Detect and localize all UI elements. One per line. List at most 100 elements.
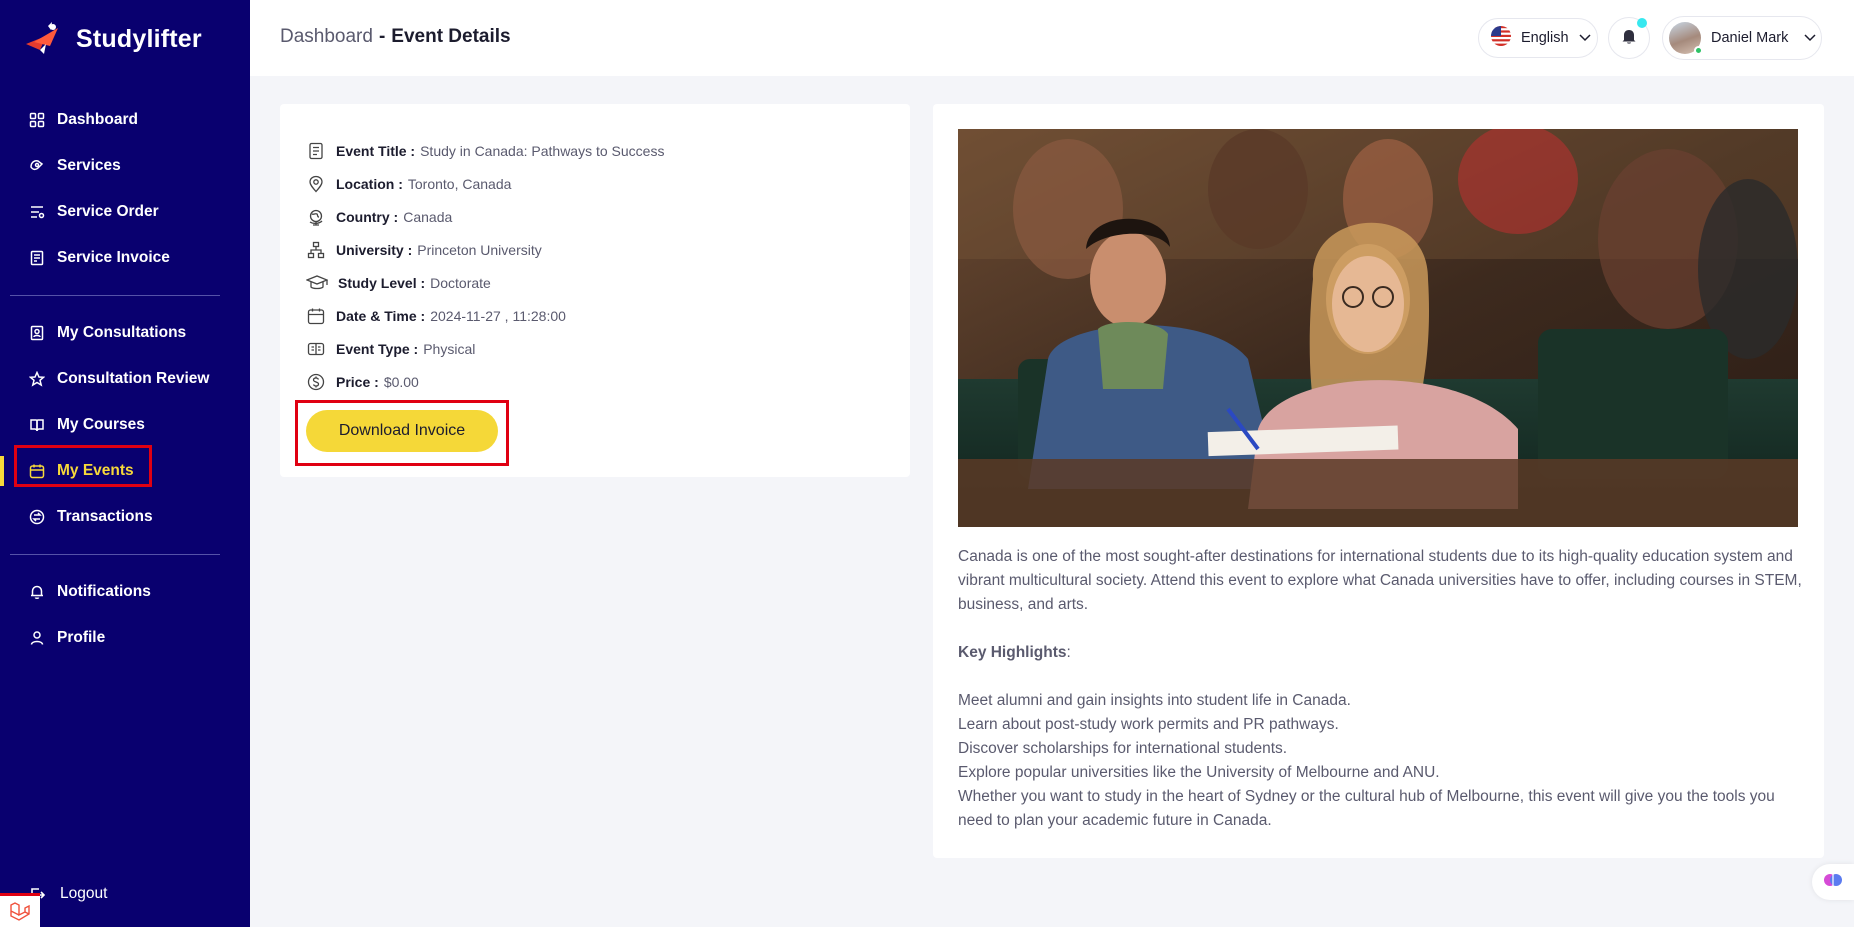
sidebar-item-label: Consultation Review xyxy=(57,370,210,387)
sidebar-nav: Dashboard Services Service Order Service… xyxy=(0,97,250,661)
sidebar-item-my-consultations[interactable]: My Consultations xyxy=(0,310,250,356)
logo-icon xyxy=(24,22,68,56)
bell-icon xyxy=(29,584,45,600)
country-value: Canada xyxy=(403,208,453,225)
sidebar-item-service-order[interactable]: Service Order xyxy=(0,189,250,235)
sidebar-item-profile[interactable]: Profile xyxy=(0,615,250,661)
country-row: Country : Canada xyxy=(306,200,664,233)
dollar-circle-icon xyxy=(306,372,326,392)
field-key: Location : xyxy=(336,175,403,192)
list-item: Meet alumni and gain insights into stude… xyxy=(958,692,1351,709)
ticket-icon xyxy=(306,339,326,359)
description-intro: Canada is one of the most sought-after d… xyxy=(958,548,1802,613)
brand-logo[interactable]: Studylifter xyxy=(24,22,202,56)
sidebar-item-notifications[interactable]: Notifications xyxy=(0,569,250,615)
chevron-down-icon xyxy=(1804,30,1816,46)
sidebar-item-label: Profile xyxy=(57,629,106,646)
sidebar-item-transactions[interactable]: Transactions xyxy=(0,494,250,540)
event-type-value: Physical xyxy=(423,340,476,357)
location-value: Toronto, Canada xyxy=(407,175,512,192)
study-level-row: Study Level : Doctorate xyxy=(306,266,664,299)
field-key: University : xyxy=(336,241,413,258)
list-item: Discover scholarships for international … xyxy=(958,740,1288,757)
chevron-down-icon xyxy=(1579,30,1591,46)
consultation-icon xyxy=(29,325,45,341)
sidebar-item-service-invoice[interactable]: Service Invoice xyxy=(0,235,250,281)
sidebar: Studylifter Dashboard Services Service O… xyxy=(0,0,250,927)
event-type-row: Event Type : Physical xyxy=(306,332,664,365)
bell-icon xyxy=(1620,27,1638,50)
university-row: University : Princeton University xyxy=(306,233,664,266)
sidebar-divider xyxy=(10,554,220,555)
sidebar-item-my-courses[interactable]: My Courses xyxy=(0,402,250,448)
sidebar-item-label: My Events xyxy=(57,462,134,479)
order-icon xyxy=(29,204,45,220)
page-title: Event Details xyxy=(391,26,511,47)
calendar-icon xyxy=(29,463,45,479)
list-item: Learn about post-study work permits and … xyxy=(958,716,1339,733)
map-pin-icon xyxy=(306,174,326,194)
invoice-icon xyxy=(29,250,45,266)
book-icon xyxy=(29,417,45,433)
laravel-icon[interactable] xyxy=(0,893,40,927)
top-header: Dashboard - Event Details English Daniel M… xyxy=(250,0,1854,76)
breadcrumb-separator: - xyxy=(378,26,386,47)
breadcrumb-root[interactable]: Dashboard xyxy=(280,26,373,47)
sidebar-item-dashboard[interactable]: Dashboard xyxy=(0,97,250,143)
online-status-dot xyxy=(1694,46,1703,55)
download-invoice-button[interactable]: Download Invoice xyxy=(306,410,498,452)
event-description: Canada is one of the most sought-after d… xyxy=(958,545,1808,833)
list-item: Whether you want to study in the heart o… xyxy=(958,788,1775,829)
user-menu[interactable]: Daniel Mark xyxy=(1662,16,1822,60)
study-level-value: Doctorate xyxy=(430,274,491,291)
sidebar-item-services[interactable]: Services xyxy=(0,143,250,189)
notification-dot xyxy=(1637,18,1647,28)
highlights-heading: Key Highlights: xyxy=(958,641,1808,665)
sidebar-item-label: Dashboard xyxy=(57,111,138,128)
date-time-value: 2024-11-27 , 11:28:00 xyxy=(430,307,566,324)
us-flag-icon xyxy=(1491,26,1511,50)
event-image xyxy=(958,129,1798,527)
highlights-title: Key Highlights xyxy=(958,644,1067,661)
price-row: Price : $0.00 xyxy=(306,365,664,398)
sidebar-divider xyxy=(10,295,220,296)
sidebar-item-label: Service Invoice xyxy=(57,249,170,266)
calendar-icon xyxy=(306,306,326,326)
notification-button[interactable] xyxy=(1608,17,1650,59)
language-selector[interactable]: English xyxy=(1478,18,1598,58)
field-key: Study Level : xyxy=(338,274,426,291)
dashboard-icon xyxy=(29,112,45,128)
logout-label: Logout xyxy=(60,885,108,902)
transactions-icon xyxy=(29,509,45,525)
language-label: English xyxy=(1521,30,1569,46)
ai-assistant-button[interactable] xyxy=(1812,864,1854,900)
sidebar-item-label: My Consultations xyxy=(57,324,187,341)
event-title-row: Event Title : Study in Canada: Pathways … xyxy=(306,134,664,167)
list-item: Explore popular universities like the Un… xyxy=(958,764,1440,781)
highlights-colon: : xyxy=(1066,644,1071,661)
university-value: Princeton University xyxy=(417,241,542,258)
brand-name: Studylifter xyxy=(76,24,202,53)
event-info-card: Event Title : Study in Canada: Pathways … xyxy=(280,104,910,477)
user-icon xyxy=(29,630,45,646)
price-value: $0.00 xyxy=(383,373,419,390)
globe-icon xyxy=(306,207,326,227)
sidebar-item-label: Services xyxy=(57,157,121,174)
logout-button[interactable]: Logout xyxy=(60,885,107,903)
field-key: Price : xyxy=(336,373,379,390)
sidebar-item-label: Transactions xyxy=(57,508,153,525)
location-row: Location : Toronto, Canada xyxy=(306,167,664,200)
hierarchy-icon xyxy=(306,240,326,260)
sidebar-item-label: My Courses xyxy=(57,416,145,433)
user-name: Daniel Mark xyxy=(1711,30,1789,46)
sidebar-item-my-events[interactable]: My Events xyxy=(0,448,250,494)
sidebar-item-label: Notifications xyxy=(57,583,151,600)
field-key: Event Title : xyxy=(336,142,416,159)
avatar xyxy=(1669,22,1703,55)
graduation-cap-icon xyxy=(306,273,328,293)
breadcrumb: Dashboard - Event Details xyxy=(280,26,511,48)
date-time-row: Date & Time : 2024-11-27 , 11:28:00 xyxy=(306,299,664,332)
brain-icon xyxy=(1823,870,1843,895)
document-icon xyxy=(306,141,326,161)
sidebar-item-consultation-review[interactable]: Consultation Review xyxy=(0,356,250,402)
